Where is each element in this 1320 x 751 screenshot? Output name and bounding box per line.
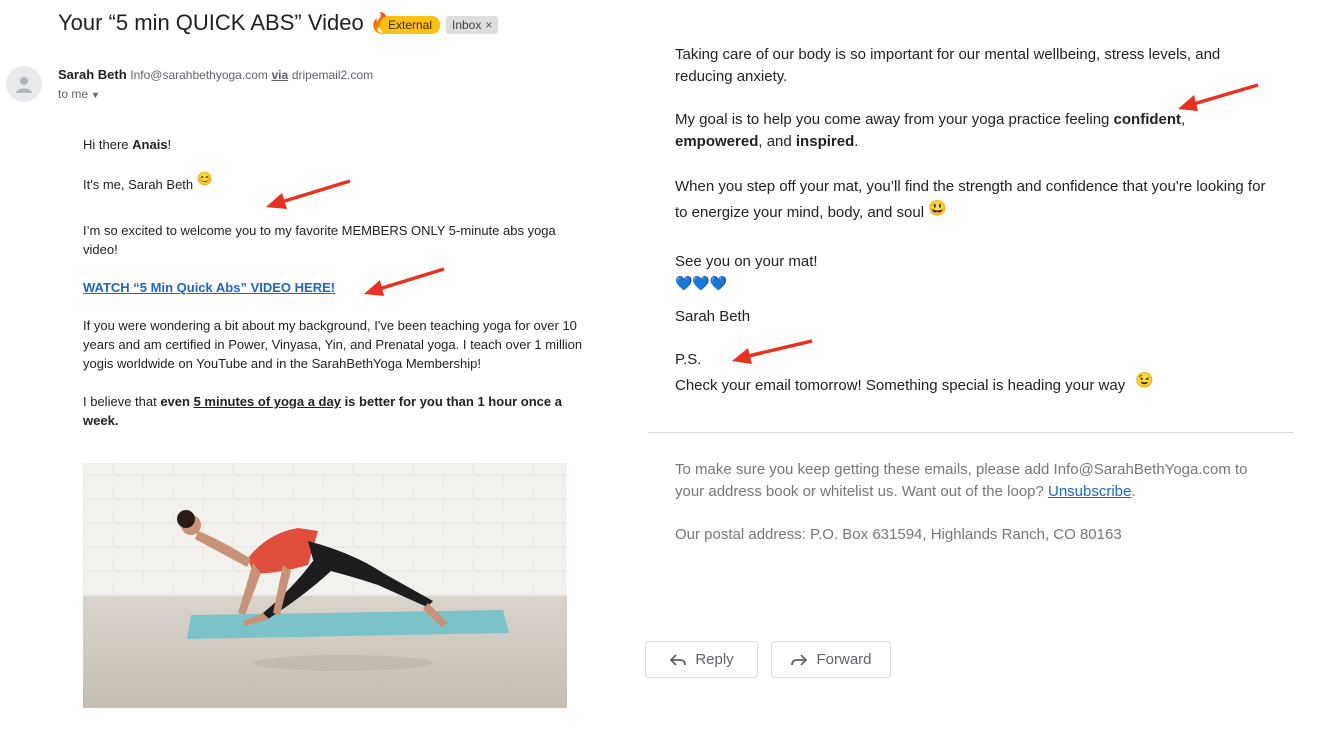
background-paragraph: If you were wondering a bit about my bac… [83,318,583,371]
forward-label: Forward [816,651,872,668]
watch-video-link[interactable]: WATCH “5 Min Quick Abs” VIDEO HERE! [83,278,603,297]
welcome-paragraph: I’m so excited to welcome you to my favo… [83,223,556,257]
postal-address: Our postal address: P.O. Box 631594, Hig… [675,526,1122,543]
goal-paragraph: My goal is to help you come away from yo… [675,111,1186,150]
external-label: External [380,16,441,34]
annotation-arrow [364,267,445,296]
via-link[interactable]: via [272,68,289,82]
remove-label-icon[interactable]: × [485,18,492,32]
annotation-arrow [266,179,351,209]
unsubscribe-link[interactable]: Unsubscribe [1048,483,1131,500]
inbox-label[interactable]: Inbox × [446,16,499,34]
recipient-name: Anais [132,137,168,152]
email-subject: Your “5 min QUICK ABS” Video 🔥 [58,10,395,36]
wellbeing-paragraph: Taking care of our body is so important … [675,46,1221,85]
person-icon [16,77,32,93]
sender-name[interactable]: Sarah Beth [58,67,127,82]
forward-button[interactable]: Forward [771,641,891,678]
blue-hearts-icon: 💙💙💙 [675,275,728,291]
wink-emoji-icon: 😉 [1135,372,1155,389]
forward-icon [791,653,808,666]
belief-paragraph: I believe that even 5 minutes of yoga a … [83,394,562,428]
sender-line: Sarah Beth Info@sarahbethyoga.com via dr… [58,67,373,82]
reply-icon [670,653,687,666]
recipients-toggle[interactable]: to me ▼ [58,87,100,101]
footer-divider [648,432,1294,433]
sender-address: Info@sarahbethyoga.com [130,68,268,82]
ps-text: Check your email tomorrow! Something spe… [675,372,1155,394]
yoga-photo [83,463,567,708]
sender-avatar [6,66,42,102]
signoff: See you on your mat! [675,253,818,270]
reply-label: Reply [695,651,734,668]
chevron-down-icon[interactable]: ▼ [91,90,100,100]
reply-button[interactable]: Reply [645,641,758,678]
footer-notice: To make sure you keep getting these emai… [675,461,1248,500]
signature: Sarah Beth [675,308,751,325]
via-domain: dripemail2.com [291,68,374,82]
grin-emoji-icon: 😃 [928,200,947,217]
smile-emoji-icon: 😊 [196,171,213,186]
greeting: Hi there Anais! [83,137,172,152]
ps-label: P.S. [675,351,702,368]
mat-paragraph: When you step off your mat, you’ll find … [675,178,1266,221]
